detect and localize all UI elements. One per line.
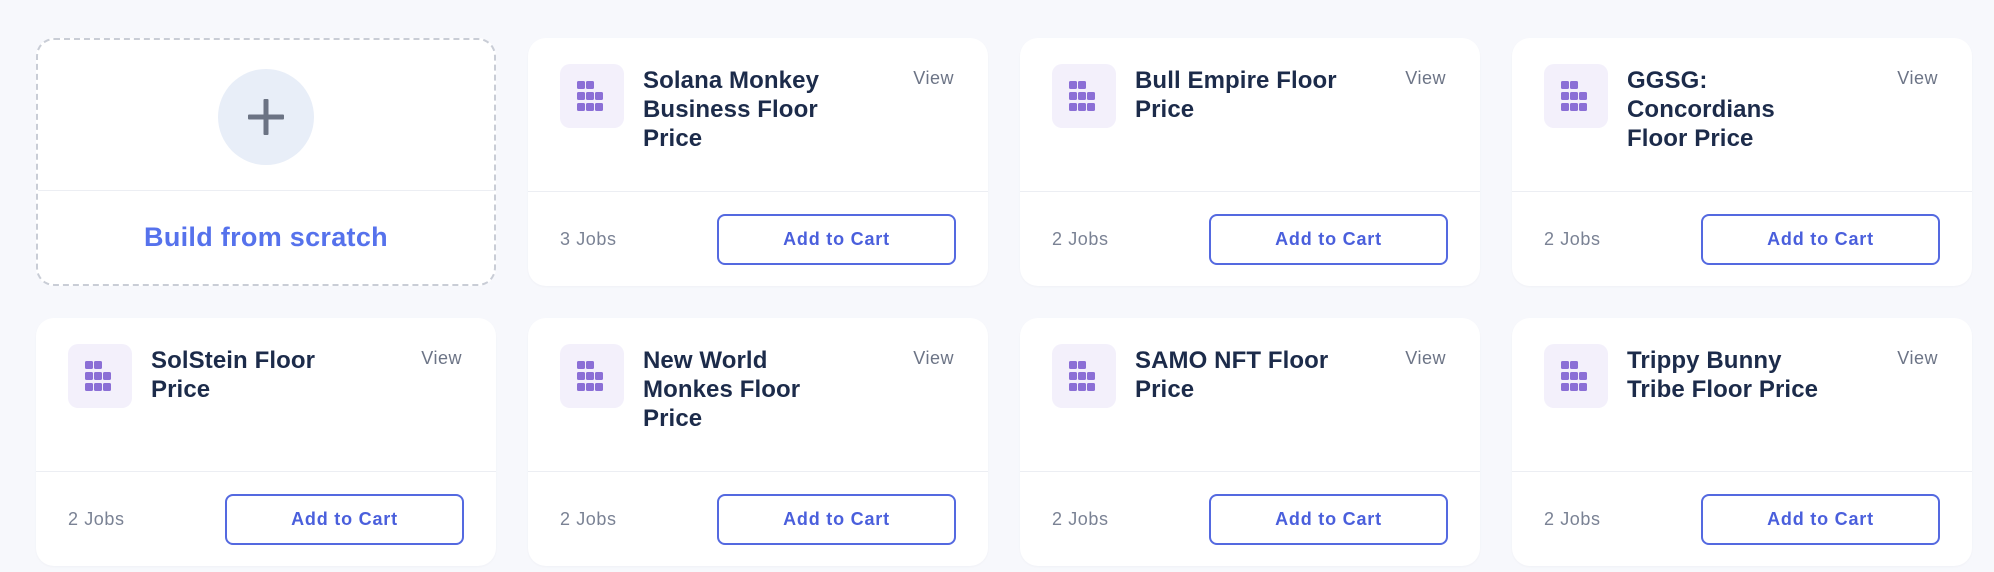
view-link[interactable]: View bbox=[421, 348, 462, 369]
blocks-icon bbox=[1052, 64, 1116, 128]
scratch-card-top bbox=[38, 40, 494, 190]
view-link[interactable]: View bbox=[1405, 68, 1446, 89]
card-title: New World Monkes Floor Price bbox=[643, 347, 801, 432]
plus-icon[interactable] bbox=[218, 69, 314, 165]
template-card: SolStein Floor Price View 2 Jobs Add to … bbox=[36, 318, 496, 566]
view-link[interactable]: View bbox=[1405, 348, 1446, 369]
card-title: SolStein Floor Price bbox=[151, 347, 316, 403]
blocks-icon bbox=[560, 64, 624, 128]
blocks-icon bbox=[560, 344, 624, 408]
blocks-icon bbox=[68, 344, 132, 408]
build-from-scratch-label[interactable]: Build from scratch bbox=[144, 222, 388, 253]
jobs-count: 2 Jobs bbox=[560, 508, 617, 529]
add-to-cart-button[interactable]: Add to Cart bbox=[717, 213, 956, 265]
jobs-count: 3 Jobs bbox=[560, 228, 617, 249]
build-from-scratch-card[interactable]: Build from scratch bbox=[36, 38, 496, 286]
scratch-card-bottom: Build from scratch bbox=[38, 191, 494, 284]
jobs-count: 2 Jobs bbox=[1052, 508, 1109, 529]
view-link[interactable]: View bbox=[913, 68, 954, 89]
add-to-cart-button[interactable]: Add to Cart bbox=[1209, 493, 1448, 545]
card-title: SAMO NFT Floor Price bbox=[1135, 347, 1329, 403]
template-card: Solana Monkey Business Floor Price View … bbox=[528, 38, 988, 286]
view-link[interactable]: View bbox=[1897, 348, 1938, 369]
blocks-icon bbox=[1544, 344, 1608, 408]
blocks-icon bbox=[1544, 64, 1608, 128]
view-link[interactable]: View bbox=[1897, 68, 1938, 89]
jobs-count: 2 Jobs bbox=[68, 508, 125, 529]
template-card: SAMO NFT Floor Price View 2 Jobs Add to … bbox=[1020, 318, 1480, 566]
card-title: Trippy Bunny Tribe Floor Price bbox=[1627, 347, 1819, 403]
add-to-cart-button[interactable]: Add to Cart bbox=[717, 493, 956, 545]
card-title: Bull Empire Floor Price bbox=[1135, 67, 1337, 123]
template-card: New World Monkes Floor Price View 2 Jobs… bbox=[528, 318, 988, 566]
card-title: GGSG: Concordians Floor Price bbox=[1627, 67, 1775, 152]
view-link[interactable]: View bbox=[913, 348, 954, 369]
add-to-cart-button[interactable]: Add to Cart bbox=[225, 493, 464, 545]
add-to-cart-button[interactable]: Add to Cart bbox=[1701, 213, 1940, 265]
add-to-cart-button[interactable]: Add to Cart bbox=[1701, 493, 1940, 545]
jobs-count: 2 Jobs bbox=[1052, 228, 1109, 249]
template-card: Bull Empire Floor Price View 2 Jobs Add … bbox=[1020, 38, 1480, 286]
template-card: GGSG: Concordians Floor Price View 2 Job… bbox=[1512, 38, 1972, 286]
card-title: Solana Monkey Business Floor Price bbox=[643, 67, 820, 152]
template-card: Trippy Bunny Tribe Floor Price View 2 Jo… bbox=[1512, 318, 1972, 566]
jobs-count: 2 Jobs bbox=[1544, 228, 1601, 249]
blocks-icon bbox=[1052, 344, 1116, 408]
add-to-cart-button[interactable]: Add to Cart bbox=[1209, 213, 1448, 265]
template-grid: Build from scratch Solana Monkey Busines… bbox=[36, 38, 1972, 566]
jobs-count: 2 Jobs bbox=[1544, 508, 1601, 529]
